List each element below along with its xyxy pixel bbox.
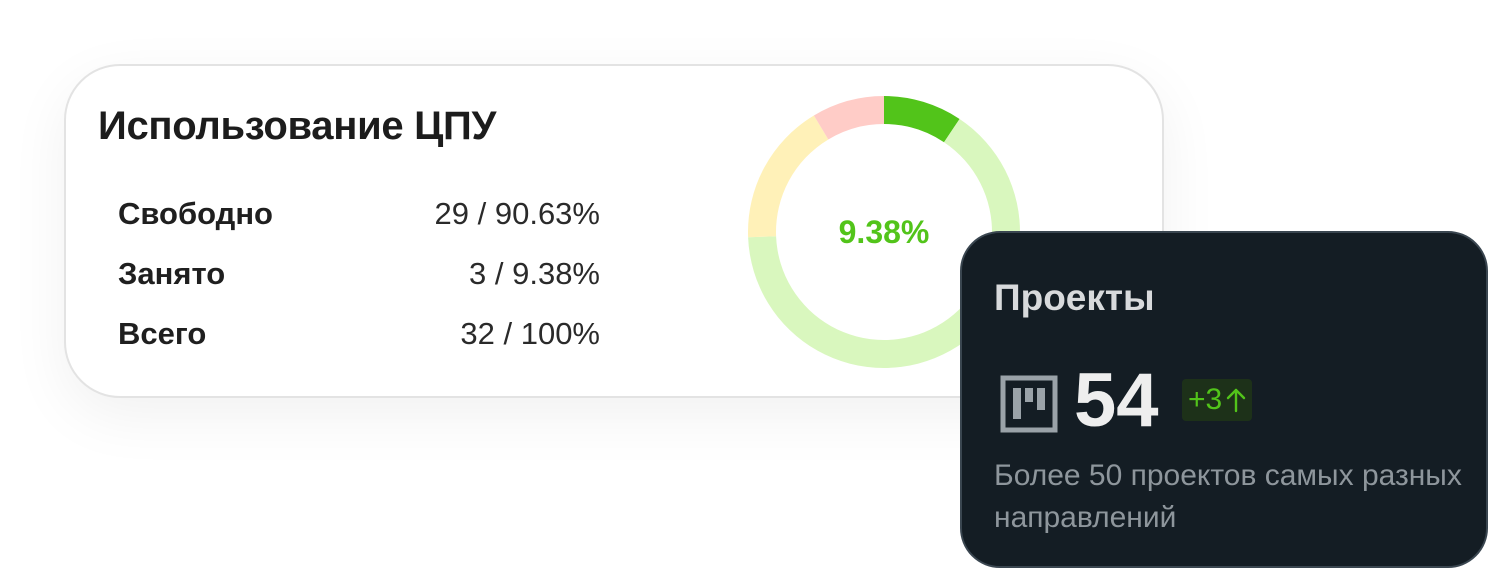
- stat-label: Всего: [118, 316, 207, 351]
- projects-delta-badge: +3: [1182, 379, 1253, 421]
- donut-slice-2: [748, 115, 829, 238]
- stat-row-total: Всего 32 / 100%: [118, 316, 600, 356]
- stat-label: Занято: [118, 256, 226, 291]
- projects-count: 54: [1074, 358, 1159, 443]
- stat-row-used: Занято 3 / 9.38%: [118, 256, 600, 296]
- stat-value: 29 / 90.63%: [434, 196, 600, 231]
- projects-card: Проекты 54 +3 Более 50 проектов самых ра…: [960, 231, 1488, 568]
- arrow-up-icon: [1227, 388, 1246, 413]
- stat-value: 32 / 100%: [460, 316, 600, 351]
- donut-slice-0: [884, 96, 960, 143]
- projects-description: Более 50 проектов самых разных направлен…: [994, 459, 1462, 534]
- projects-title: Проекты: [994, 277, 1155, 318]
- stat-value: 3 / 9.38%: [469, 256, 600, 291]
- delta-value: +3: [1188, 383, 1223, 416]
- donut-slice-3: [813, 96, 884, 140]
- stat-row-free: Свободно 29 / 90.63%: [118, 196, 600, 236]
- kanban-board-icon: [1000, 375, 1058, 433]
- stat-label: Свободно: [118, 196, 273, 231]
- stage: Использование ЦПУ Свободно 29 / 90.63% З…: [0, 0, 1488, 568]
- cpu-card-title: Использование ЦПУ: [98, 104, 497, 148]
